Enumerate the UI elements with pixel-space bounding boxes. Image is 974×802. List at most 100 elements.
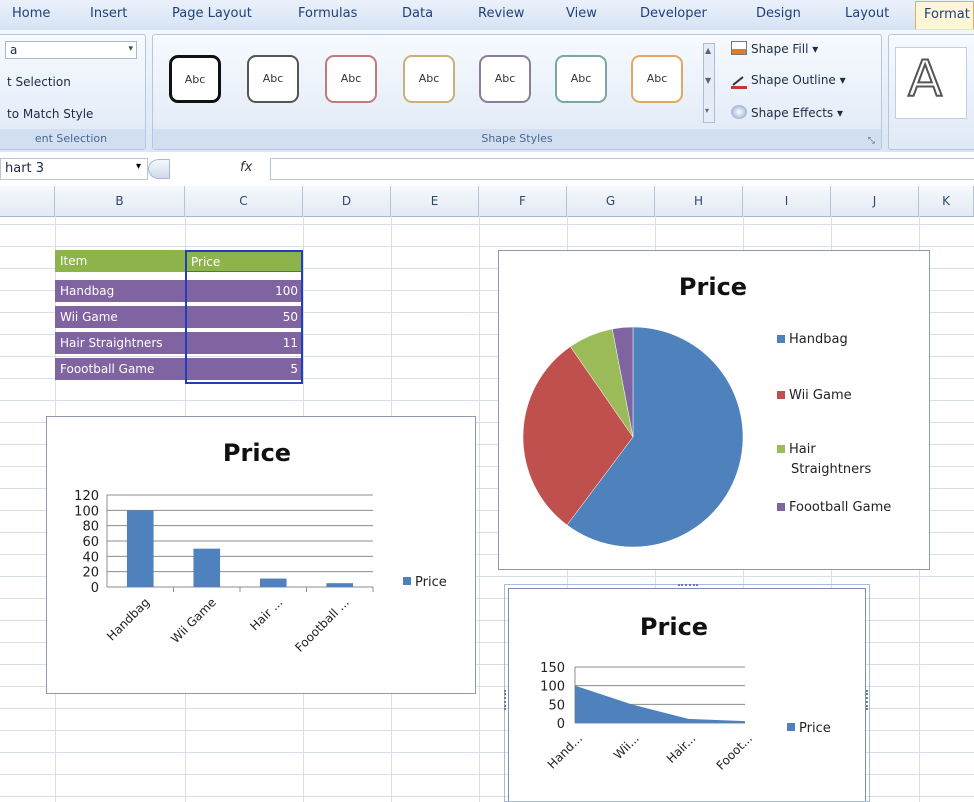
resize-handle[interactable] [504,690,510,710]
legend-swatch [777,445,785,453]
current-selection-label: ent Selection [0,129,145,149]
ribbon-tab-bar: Home Insert Page Layout Formulas Data Re… [0,0,974,31]
shape-styles-label: Shape Styles [153,129,881,149]
reset-to-match-style-button[interactable]: to Match Style [7,107,93,121]
pie-chart-svg: Price Handbag Wii Game Hair Straightners Fooo… [522,273,891,548]
y-tick-label: 100 [74,504,99,519]
wordart-letter: A [907,49,943,109]
y-tick-label: 50 [548,698,565,713]
table-cell-item[interactable]: Handbag [55,280,185,302]
column-header-c[interactable]: C [185,186,303,216]
bar-chart[interactable]: Price 0 20 40 60 80 100 120 Handbag Wii Game Hair … [46,416,476,694]
chevron-down-icon: ▾ [128,44,133,54]
effects-icon [731,105,747,119]
table-cell-price[interactable]: 100 [185,280,303,302]
table-cell-item[interactable]: Wii Game [55,306,185,328]
style-gallery-scroll[interactable]: ▲ ▼ ▾ [703,43,715,123]
table-cell-price[interactable]: 5 [185,358,303,380]
column-header-h[interactable]: H [655,186,743,216]
tab-formulas[interactable]: Formulas [298,6,357,21]
area-chart[interactable]: Price 0 50 100 150 Hand... Wii... Hair... Fooot.… [508,588,866,802]
column-header-g[interactable]: G [567,186,655,216]
shape-styles-group: Abc Abc Abc Abc Abc Abc Abc ▲ ▼ ▾ Shape … [152,34,882,150]
column-header-i[interactable]: I [743,186,831,216]
tab-design[interactable]: Design [756,6,801,21]
shape-effects-label: Shape Effects [751,106,834,120]
legend-swatch [787,723,795,731]
column-header-a[interactable] [0,186,55,216]
table-cell-price[interactable]: 50 [185,306,303,328]
shape-outline-label: Shape Outline [751,73,836,87]
x-tick-label: Hair ... [247,595,285,633]
shape-style-6[interactable]: Abc [555,55,607,103]
legend-swatch [403,577,411,585]
fx-icon[interactable]: fx [240,160,252,175]
y-tick-label: 20 [82,566,99,581]
shape-effects-button[interactable]: Shape Effects ▾ [731,105,843,120]
name-box-value: hart 3 [5,161,45,176]
tab-view[interactable]: View [566,6,597,21]
table-cell-item[interactable]: Hair Straightners [55,332,185,354]
resize-handle[interactable] [866,690,872,710]
column-header-f[interactable]: F [479,186,567,216]
tab-layout[interactable]: Layout [845,6,889,21]
shape-outline-button[interactable]: Shape Outline ▾ [731,73,846,89]
y-tick-label: 120 [74,489,99,504]
column-header-d[interactable]: D [303,186,391,216]
bar-chart-svg: Price 020406080100120 Handbag Wii Game Hair … [74,439,447,655]
dialog-launcher-icon[interactable]: ⤡ [868,136,875,146]
y-tick-label: 0 [91,581,99,596]
shape-style-1[interactable]: Abc [169,55,221,103]
tab-data[interactable]: Data [402,6,433,21]
ribbon: a ▾ t Selection to Match Style ent Selec… [0,30,974,153]
x-tick-label: Hair... [664,731,699,766]
table-header-price[interactable]: Price [185,250,303,272]
shape-fill-label: Shape Fill [751,42,809,56]
chart-title: Price [679,273,747,301]
y-tick-label: 150 [540,661,565,676]
wordart-styles-group: A [888,34,974,150]
wordart-style-preview[interactable]: A [895,47,967,119]
shape-style-7[interactable]: Abc [631,55,683,103]
chart-title: Price [640,613,708,641]
table-cell-item[interactable]: Foootball Game [55,358,185,380]
paint-bucket-icon [731,41,747,55]
formula-input[interactable] [270,158,974,180]
tab-review[interactable]: Review [478,6,524,21]
name-box[interactable]: hart 3 ▾ [0,158,148,180]
tab-page-layout[interactable]: Page Layout [172,6,252,21]
table-cell-price[interactable]: 11 [185,332,303,354]
column-header-j[interactable]: J [831,186,919,216]
tab-home[interactable]: Home [12,6,50,21]
chart-elements-dropdown[interactable]: a ▾ [5,41,137,59]
resize-handle[interactable] [678,584,698,590]
pencil-icon [731,75,747,89]
shape-style-4[interactable]: Abc [403,55,455,103]
tab-format[interactable]: Format [915,1,974,29]
bar [126,510,154,587]
legend-label: Price [799,721,831,736]
current-selection-group: a ▾ t Selection to Match Style ent Selec… [0,34,146,150]
chart-title: Price [223,439,291,467]
tab-developer[interactable]: Developer [640,6,707,21]
scroll-up-icon[interactable]: ▲ [705,46,711,55]
area-chart-svg: Price 0 50 100 150 Hand... Wii... Hair... Fooot.… [540,613,831,773]
shape-style-3[interactable]: Abc [325,55,377,103]
shape-style-5[interactable]: Abc [479,55,531,103]
pie-chart[interactable]: Price Handbag Wii Game Hair Straightners Fooo… [498,250,930,570]
column-header-b[interactable]: B [55,186,185,216]
column-header-e[interactable]: E [391,186,479,216]
chevron-down-icon: ▾ [135,161,141,172]
gallery-more-icon[interactable]: ▾ [705,106,709,115]
legend-swatch [777,503,785,511]
column-header-k[interactable]: K [919,186,974,216]
shape-style-2[interactable]: Abc [247,55,299,103]
formula-bar-handle[interactable] [148,159,170,179]
legend-label: Straightners [791,462,871,477]
table-header-item[interactable]: Item [55,250,185,272]
format-selection-button[interactable]: t Selection [7,75,71,89]
shape-fill-button[interactable]: Shape Fill ▾ [731,41,818,56]
scroll-down-icon[interactable]: ▼ [705,76,711,85]
tab-insert[interactable]: Insert [90,6,127,21]
x-tick-label: Handbag [104,595,152,643]
